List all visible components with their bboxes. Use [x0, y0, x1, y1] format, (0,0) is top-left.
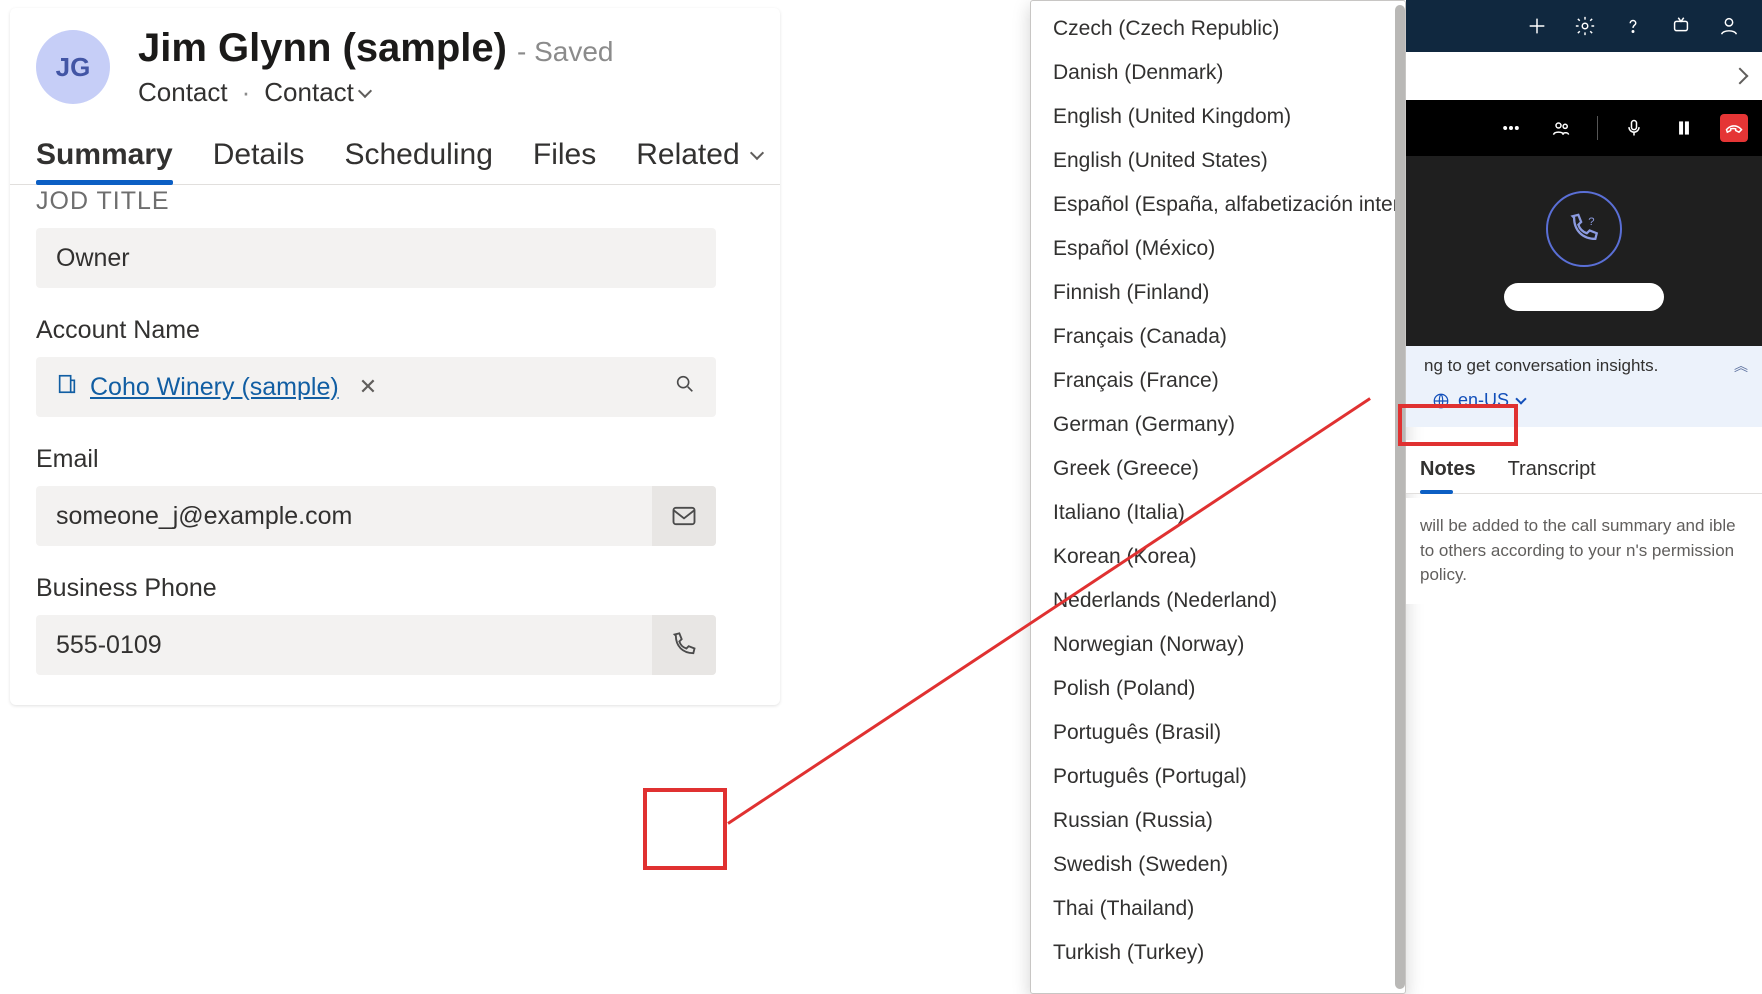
language-option[interactable]: Thai (Thailand)	[1031, 887, 1405, 931]
svg-text:?: ?	[1588, 216, 1594, 228]
account-name-label: Account Name	[36, 316, 754, 345]
tab-summary[interactable]: Summary	[36, 138, 173, 184]
language-option[interactable]: Greek (Greece)	[1031, 447, 1405, 491]
scrollbar[interactable]	[1395, 5, 1405, 989]
email-input[interactable]: someone_j@example.com	[36, 486, 716, 546]
tab-transcript[interactable]: Transcript	[1508, 458, 1596, 493]
tab-related-label: Related	[636, 138, 739, 172]
language-option[interactable]: English (United Kingdom)	[1031, 95, 1405, 139]
language-option[interactable]: Italiano (Italia)	[1031, 491, 1405, 535]
contact-tabs: Summary Details Scheduling Files Related	[10, 108, 780, 185]
assistant-button[interactable]	[1670, 15, 1692, 37]
language-option[interactable]: Swedish (Sweden)	[1031, 843, 1405, 887]
language-option[interactable]: Français (France)	[1031, 359, 1405, 403]
business-phone-label: Business Phone	[36, 574, 754, 603]
tab-related[interactable]: Related	[636, 138, 761, 184]
tab-files[interactable]: Files	[533, 138, 596, 184]
language-option[interactable]: Norwegian (Norway)	[1031, 623, 1405, 667]
call-avatar: ?	[1546, 191, 1622, 267]
call-panel: ?	[1406, 100, 1762, 346]
send-email-button[interactable]	[652, 486, 716, 546]
mail-icon	[670, 502, 698, 530]
collapse-chevron-icon[interactable]: ︽	[1734, 356, 1748, 376]
phone-question-icon: ?	[1567, 212, 1601, 246]
tab-notes[interactable]: Notes	[1420, 458, 1476, 493]
language-option[interactable]: German (Germany)	[1031, 403, 1405, 447]
job-title-input[interactable]: Owner	[36, 228, 716, 288]
more-button[interactable]	[1497, 114, 1525, 142]
tab-scheduling[interactable]: Scheduling	[344, 138, 492, 184]
settings-button[interactable]	[1574, 15, 1596, 37]
panel-collapse-bar	[1406, 52, 1762, 100]
entity-icon	[56, 373, 78, 402]
account-name-lookup[interactable]: Coho Winery (sample) ✕	[36, 357, 716, 417]
language-option[interactable]: Polish (Poland)	[1031, 667, 1405, 711]
language-option[interactable]: English (United States)	[1031, 139, 1405, 183]
help-button[interactable]	[1622, 15, 1644, 37]
hangup-button[interactable]	[1720, 114, 1748, 142]
caller-name-redacted	[1504, 283, 1664, 311]
job-title-label: JOD TITLE	[36, 187, 754, 216]
language-option[interactable]: Español (México)	[1031, 227, 1405, 271]
language-dropdown[interactable]: Czech (Czech Republic)Danish (Denmark)En…	[1030, 0, 1406, 994]
annotation-box-phone	[643, 788, 727, 870]
form-selector-label: Contact	[264, 77, 354, 108]
mute-button[interactable]	[1620, 114, 1648, 142]
language-option[interactable]: Korean (Korea)	[1031, 535, 1405, 579]
language-option[interactable]: Português (Portugal)	[1031, 755, 1405, 799]
language-option[interactable]: Czech (Czech Republic)	[1031, 7, 1405, 51]
email-value: someone_j@example.com	[56, 502, 352, 531]
language-option[interactable]: Français (Canada)	[1031, 315, 1405, 359]
hold-button[interactable]	[1670, 114, 1698, 142]
language-option[interactable]: Português (Brasil)	[1031, 711, 1405, 755]
participants-button[interactable]	[1547, 114, 1575, 142]
clear-lookup-icon[interactable]: ✕	[359, 374, 377, 400]
app-header-right	[1406, 0, 1762, 52]
language-option[interactable]: Turkish (Turkey)	[1031, 931, 1405, 975]
email-label: Email	[36, 445, 754, 474]
profile-button[interactable]	[1718, 15, 1740, 37]
language-option[interactable]: Finnish (Finland)	[1031, 271, 1405, 315]
insight-text: ng to get conversation insights.	[1424, 356, 1658, 376]
call-phone-button[interactable]	[652, 615, 716, 675]
chevron-down-icon	[358, 83, 372, 97]
contact-name: Jim Glynn (sample)	[138, 26, 507, 71]
add-button[interactable]	[1526, 15, 1548, 37]
globe-icon	[1432, 392, 1450, 410]
language-selector[interactable]: en-US	[1424, 386, 1533, 415]
chevron-right-icon[interactable]	[1732, 68, 1749, 85]
phone-icon	[670, 631, 698, 659]
insight-banner: ng to get conversation insights. ︽ en-US	[1406, 346, 1762, 427]
contact-panel: JG Jim Glynn (sample) - Saved Contact · …	[10, 8, 780, 705]
contact-avatar: JG	[36, 30, 110, 104]
account-link[interactable]: Coho Winery (sample)	[90, 373, 339, 402]
search-icon[interactable]	[674, 373, 716, 401]
entity-type: Contact	[138, 77, 228, 108]
notes-body-text: will be added to the call summary and ib…	[1406, 498, 1762, 604]
language-option[interactable]: Nederlands (Nederland)	[1031, 579, 1405, 623]
language-option[interactable]: Russian (Russia)	[1031, 799, 1405, 843]
tab-details[interactable]: Details	[213, 138, 305, 184]
notes-tabs: Notes Transcript	[1406, 440, 1762, 494]
language-option[interactable]: Español (España, alfabetización internac…	[1031, 183, 1405, 227]
form-selector[interactable]: Contact	[264, 77, 370, 108]
phone-value: 555-0109	[56, 631, 162, 660]
form-area: JOD TITLE Owner Account Name Coho Winery…	[10, 187, 780, 705]
chevron-down-icon	[1515, 393, 1526, 404]
saved-status: - Saved	[517, 36, 614, 68]
chevron-down-icon	[750, 146, 764, 160]
separator-dot: ·	[242, 77, 251, 108]
call-body: ?	[1406, 156, 1762, 346]
call-toolbar	[1406, 100, 1762, 156]
language-option[interactable]: Danish (Denmark)	[1031, 51, 1405, 95]
business-phone-input[interactable]: 555-0109	[36, 615, 716, 675]
contact-header: JG Jim Glynn (sample) - Saved Contact · …	[10, 8, 780, 108]
divider	[1597, 116, 1598, 140]
language-code: en-US	[1458, 390, 1509, 411]
